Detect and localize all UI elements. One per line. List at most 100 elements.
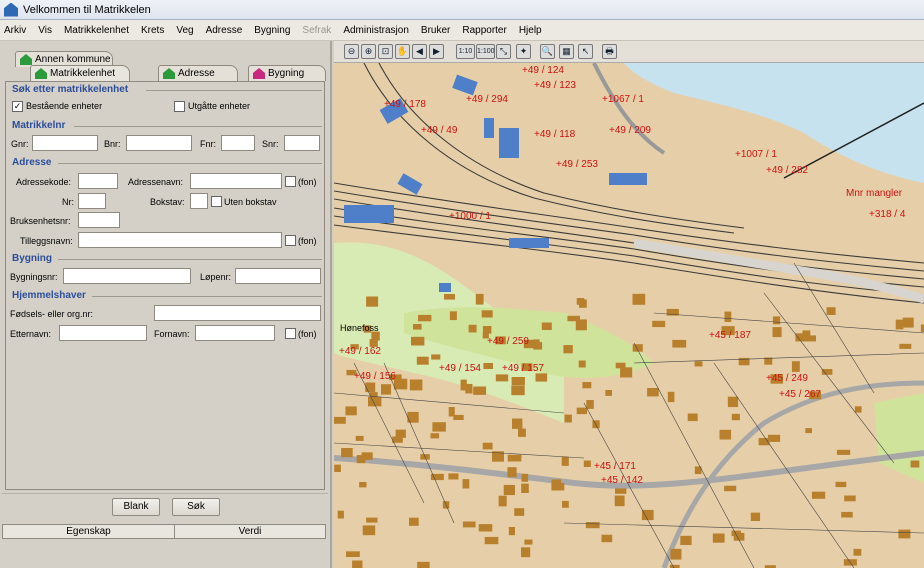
building-marker xyxy=(511,377,525,386)
fornavn-fon-checkbox[interactable] xyxy=(285,328,296,339)
utgatte-checkbox[interactable] xyxy=(174,101,185,112)
bygningsnr-input[interactable] xyxy=(63,268,191,284)
place-name-label: Hønefoss xyxy=(340,323,379,333)
menu-arkiv[interactable]: Arkiv xyxy=(4,25,26,36)
nr-label: Nr: xyxy=(62,197,74,207)
zoom-in-icon[interactable]: ⊕ xyxy=(361,44,376,59)
building-marker xyxy=(836,449,851,455)
prev-view-icon[interactable]: ◀ xyxy=(412,44,427,59)
building-marker xyxy=(478,524,493,532)
adressenavn-fon-checkbox[interactable] xyxy=(285,176,296,187)
menu-rapporter[interactable]: Rapporter xyxy=(462,25,506,36)
building-marker xyxy=(694,361,703,367)
egenskap-header[interactable]: Egenskap xyxy=(3,525,175,538)
tilleggsnavn-input[interactable] xyxy=(78,232,282,248)
bokstav-input[interactable] xyxy=(190,193,208,209)
fodsels-label: Fødsels- eller org.nr: xyxy=(10,309,94,319)
parcel-label: +49 / 178 xyxy=(384,99,426,110)
menu-sefrak[interactable]: Sefrak xyxy=(302,25,331,36)
layer-icon[interactable]: ▦ xyxy=(559,44,574,59)
building-marker xyxy=(381,384,392,395)
zoom-rect-icon[interactable]: ⊡ xyxy=(378,44,393,59)
building-marker xyxy=(481,310,493,318)
window-title: Velkommen til Matrikkelen xyxy=(23,3,151,16)
adressenavn-input[interactable] xyxy=(190,173,282,189)
zoom-out-icon[interactable]: ⊖ xyxy=(344,44,359,59)
menu-administrasjon[interactable]: Administrasjon xyxy=(343,25,409,36)
building-marker xyxy=(564,414,572,423)
zoom-extent-icon[interactable]: ⤡ xyxy=(496,44,511,59)
building-marker xyxy=(395,429,406,438)
building-marker xyxy=(585,522,600,529)
building-marker xyxy=(647,388,659,397)
menu-bar: Arkiv Vis Matrikkelenhet Krets Veg Adresse Byg… xyxy=(0,20,924,41)
building-marker xyxy=(416,356,429,365)
bnr-input[interactable] xyxy=(126,135,192,151)
building-marker xyxy=(826,307,836,315)
search-button[interactable]: Søk xyxy=(172,498,220,516)
tab-matrikkelenhet[interactable]: Matrikkelenhet xyxy=(30,65,130,81)
section-matrikkelnr: Matrikkelnr xyxy=(12,120,66,131)
building-marker xyxy=(483,363,493,369)
building-marker xyxy=(341,448,353,458)
building-marker xyxy=(727,396,739,408)
building-marker xyxy=(462,479,470,489)
building-marker xyxy=(475,293,484,305)
bruksenhetsnr-input[interactable] xyxy=(78,212,120,228)
search-form: Søk etter matrikkelenhet ✓ Bestående enh… xyxy=(5,81,325,490)
next-view-icon[interactable]: ▶ xyxy=(429,44,444,59)
scale-1-10-icon[interactable]: 1:10 xyxy=(456,44,475,59)
fnr-input[interactable] xyxy=(221,135,255,151)
fornavn-input[interactable] xyxy=(195,325,275,341)
section-bygning: Bygning xyxy=(12,253,52,264)
form-title: Søk etter matrikkelenhet xyxy=(12,84,129,95)
menu-bruker[interactable]: Bruker xyxy=(421,25,450,36)
search-icon[interactable]: 🔍 xyxy=(540,44,555,59)
zoom-layer-icon[interactable]: ✦ xyxy=(516,44,531,59)
menu-vis[interactable]: Vis xyxy=(38,25,52,36)
menu-hjelp[interactable]: Hjelp xyxy=(519,25,542,36)
menu-matrikkelenhet[interactable]: Matrikkelenhet xyxy=(64,25,129,36)
scale-1-100-icon[interactable]: 1:100 xyxy=(476,44,495,59)
building-marker xyxy=(805,428,812,434)
tab-bygning[interactable]: Bygning xyxy=(248,65,326,81)
etternavn-input[interactable] xyxy=(59,325,147,341)
fodsels-input[interactable] xyxy=(154,305,321,321)
pan-icon[interactable]: ✋ xyxy=(395,44,410,59)
building-marker xyxy=(511,385,525,396)
menu-bygning[interactable]: Bygning xyxy=(254,25,290,36)
building-marker xyxy=(507,454,522,462)
bruksenhetsnr-label: Bruksenhetsnr: xyxy=(10,216,71,226)
blank-button[interactable]: Blank xyxy=(112,498,160,516)
parcel-label: +45 / 249 xyxy=(766,373,808,384)
bestaende-checkbox[interactable]: ✓ xyxy=(12,101,23,112)
map-view[interactable]: Hønefoss Mnr mangler +49 / 124 +49 / 123 +… xyxy=(334,63,924,568)
uten-bokstav-checkbox[interactable] xyxy=(211,196,222,207)
fon-label: (fon) xyxy=(298,329,317,339)
tilleggsnavn-fon-checkbox[interactable] xyxy=(285,235,296,246)
select-icon[interactable]: ↖ xyxy=(578,44,593,59)
parcel-label: +49 / 259 xyxy=(487,336,529,347)
gnr-input[interactable] xyxy=(32,135,98,151)
menu-adresse[interactable]: Adresse xyxy=(206,25,243,36)
snr-input[interactable] xyxy=(284,135,320,151)
verdi-header[interactable]: Verdi xyxy=(175,525,325,538)
building-marker xyxy=(641,509,654,521)
print-icon[interactable]: 🖶 xyxy=(602,44,617,59)
building-marker xyxy=(582,382,592,389)
parcel-label: +49 / 282 xyxy=(766,165,808,176)
adressekode-input[interactable] xyxy=(78,173,118,189)
lopenr-input[interactable] xyxy=(235,268,321,284)
building-marker xyxy=(345,406,357,416)
building-marker xyxy=(417,561,430,568)
nr-input[interactable] xyxy=(78,193,106,209)
building-marker xyxy=(498,495,507,507)
building-marker xyxy=(334,416,346,424)
building-marker xyxy=(418,314,432,322)
building-marker xyxy=(411,336,425,346)
map-canvas[interactable] xyxy=(334,63,924,568)
building-marker xyxy=(772,327,782,338)
tab-adresse[interactable]: Adresse xyxy=(158,65,238,81)
menu-veg[interactable]: Veg xyxy=(176,25,193,36)
menu-krets[interactable]: Krets xyxy=(141,25,164,36)
